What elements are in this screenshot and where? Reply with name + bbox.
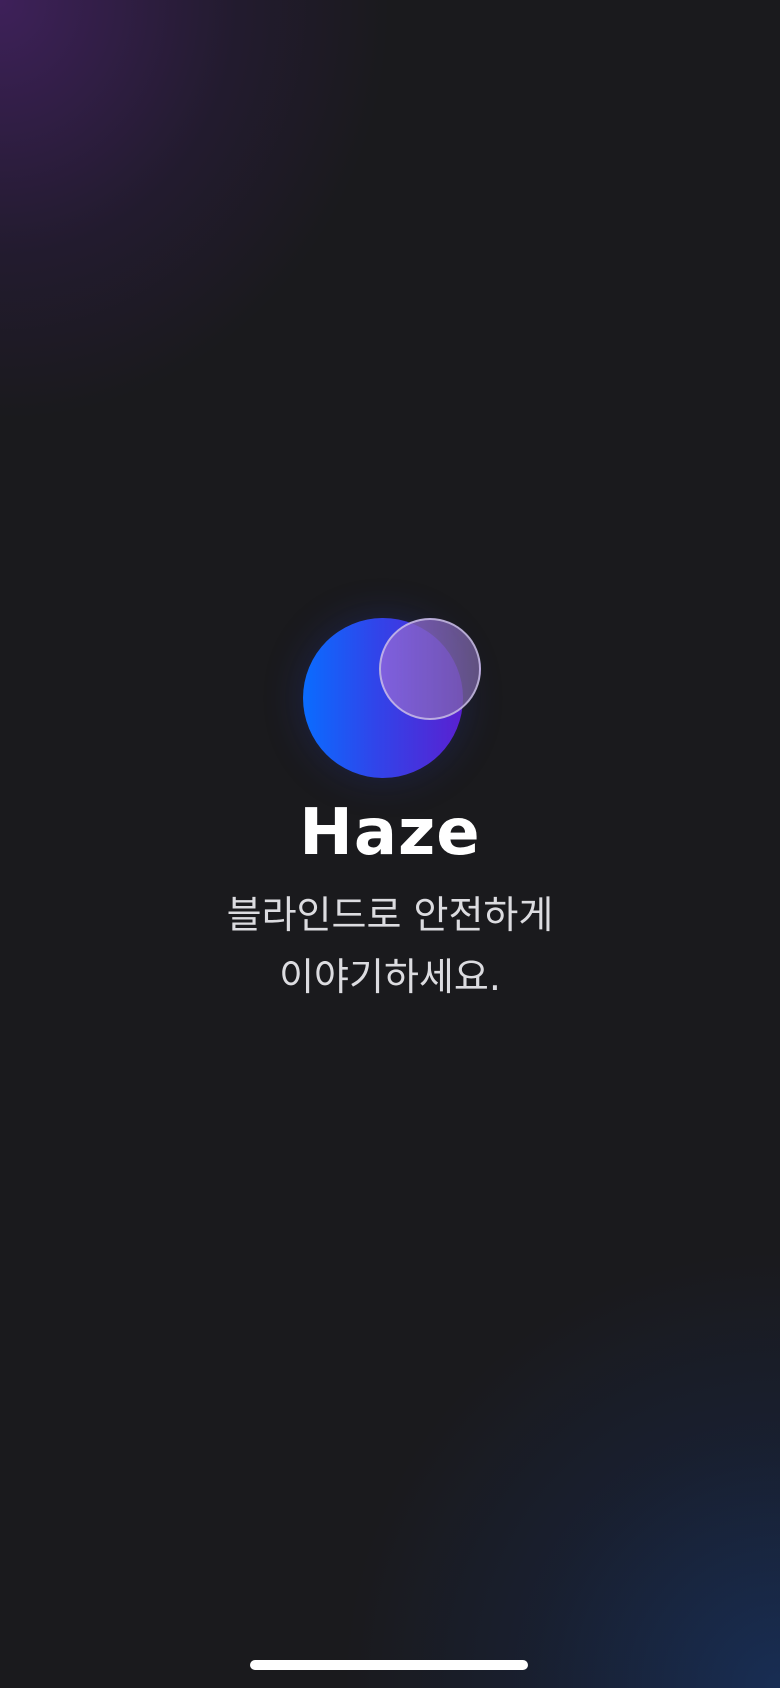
tagline-line-1: 블라인드로 안전하게 <box>226 893 554 937</box>
tagline: 블라인드로 안전하게 이야기하세요. <box>0 884 780 1008</box>
app-title: Haze <box>299 796 481 870</box>
tagline-line-2: 이야기하세요. <box>279 955 501 999</box>
splash-screen: Haze 블라인드로 안전하게 이야기하세요. <box>0 0 780 1688</box>
app-logo <box>300 615 482 781</box>
home-indicator[interactable] <box>250 1660 528 1670</box>
logo-small-circle <box>379 618 481 720</box>
